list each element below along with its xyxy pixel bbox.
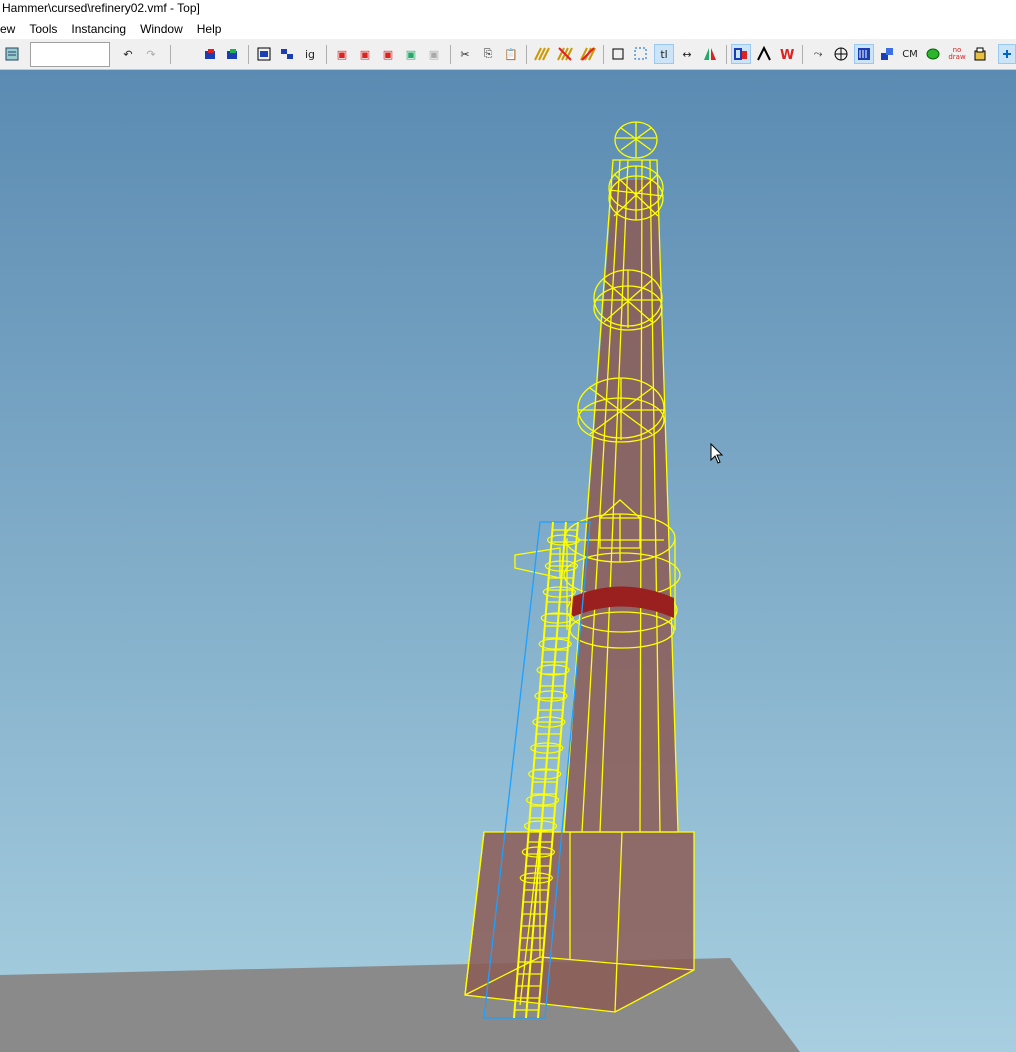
chimney-base [465,832,694,1012]
toolbar-separator [802,45,803,64]
carve-icon[interactable] [200,44,220,64]
selection-tool-icon[interactable] [608,44,628,64]
menu-tools[interactable]: Tools [22,20,64,39]
cut-icon[interactable]: ✂ [455,44,475,64]
3d-viewport[interactable] [0,70,1016,1052]
map-icon[interactable] [2,44,22,64]
ungroup-icon[interactable] [277,44,297,64]
toggle-tl-button[interactable]: tl [654,44,674,64]
marquee-icon[interactable] [631,44,651,64]
menu-bar: ew Tools Instancing Window Help [0,20,1016,39]
window-title: Hammer\cursed\refinery02.vmf - Top] [0,0,1016,20]
visgroup-disabled-icon[interactable]: ▣ [424,44,444,64]
paste-icon[interactable]: 📋 [501,44,521,64]
cubemap-button[interactable]: CM [900,44,920,64]
toolbar-separator [450,45,451,64]
viewport-scene [0,70,1016,1052]
hide-selected-icon[interactable]: ▣ [332,44,352,64]
texture-lock-icon[interactable] [532,44,552,64]
copy-icon[interactable]: ⎘ [478,44,498,64]
path-icon[interactable]: ⤳ [808,44,828,64]
hollow-icon[interactable] [222,44,242,64]
show-hidden-icon[interactable]: ▣ [378,44,398,64]
cubes-icon[interactable] [877,44,897,64]
toolbar-separator [526,45,527,64]
redo-icon[interactable]: ↷ [141,44,161,64]
toolbar-separator [170,45,171,64]
undo-icon[interactable]: ↶ [118,44,138,64]
overflow-icon[interactable] [998,44,1016,64]
toolbar-separator [726,45,727,64]
hide-unselected-icon[interactable]: ▣ [355,44,375,64]
ignore-groups-toggle[interactable]: ig [300,44,320,64]
flip-icon[interactable] [700,44,720,64]
menu-instancing[interactable]: Instancing [64,20,133,39]
texture-scale-lock-icon[interactable] [555,44,575,64]
nodraw-button[interactable]: no draw [946,44,968,64]
menu-window[interactable]: Window [133,20,190,39]
ruler-icon[interactable] [754,44,774,64]
toolbar-separator [603,45,604,64]
group-icon[interactable] [254,44,274,64]
toolbar-separator [326,45,327,64]
grid-size-box[interactable] [30,42,110,67]
toolbar-separator [248,45,249,64]
visgroup-icon[interactable]: ▣ [401,44,421,64]
menu-view[interactable]: ew [0,20,22,39]
models-icon[interactable] [731,44,751,64]
w-mode-icon[interactable]: W [777,44,797,64]
sphere-icon[interactable] [831,44,851,64]
box-icon[interactable] [970,44,990,64]
hatch-icon[interactable] [854,44,874,64]
texture-lock-off-icon[interactable] [578,44,598,64]
align-icon[interactable]: ↔ [677,44,697,64]
svg-text:W: W [780,48,794,62]
menu-help[interactable]: Help [190,20,229,39]
leaf-icon[interactable] [923,44,943,64]
